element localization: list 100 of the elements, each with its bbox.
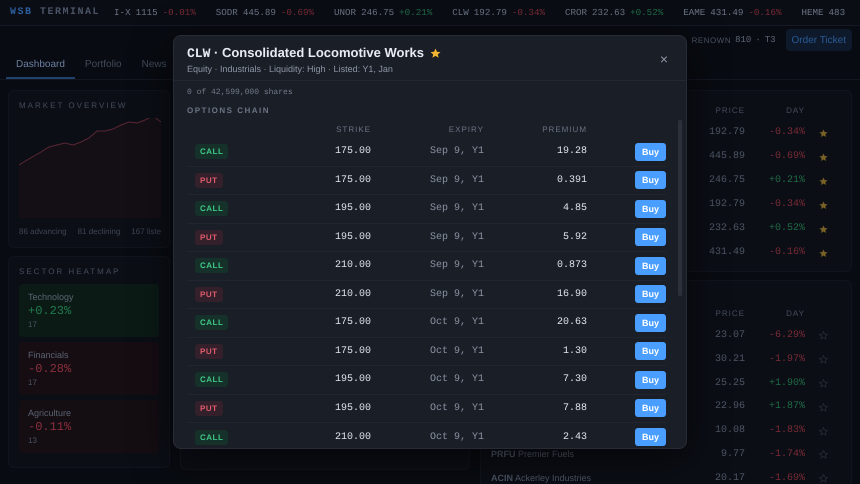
ticker-price: 232.63 xyxy=(592,7,626,18)
star-icon[interactable] xyxy=(818,450,828,460)
ticker-symbol: UNOR xyxy=(334,7,356,18)
strike-cell-text: 195.00 xyxy=(334,374,371,386)
market-stat: 81 declining xyxy=(78,227,120,236)
change-cell-text: +1.87% xyxy=(768,400,805,414)
buy-button[interactable]: Buy xyxy=(635,200,666,218)
nav-tab[interactable]: News xyxy=(132,52,177,79)
buy-button[interactable]: Buy xyxy=(635,314,666,332)
panel-title: MARKET OVERVIEW xyxy=(19,101,128,110)
nav-tab[interactable]: Portfolio xyxy=(74,52,132,79)
change-cell-text: -1.83% xyxy=(768,424,805,438)
buy-button[interactable]: Buy xyxy=(635,399,666,418)
buy-button[interactable]: Buy xyxy=(635,428,666,446)
premium-cell-text: 1.30 xyxy=(562,346,587,357)
put-badge: PUT xyxy=(195,286,222,302)
sector-change: -0.11% xyxy=(28,420,72,434)
premium-cell-text: 5.92 xyxy=(562,232,587,243)
separator-dot: · xyxy=(755,35,761,45)
change-cell-text: -1.97% xyxy=(768,352,805,367)
expiry-cell-text: Oct 9, Y1 xyxy=(428,402,484,414)
star-icon[interactable] xyxy=(818,355,828,364)
expiry-cell-text: Oct 9, Y1 xyxy=(428,374,484,386)
ticker-change: -0.69% xyxy=(280,7,314,18)
strike-cell-text: 195.00 xyxy=(334,203,371,214)
strike-cell-text: 175.00 xyxy=(334,317,371,328)
put-badge: PUT xyxy=(195,344,222,359)
close-button[interactable]: × xyxy=(656,51,672,67)
price-cell-text: 30.21 xyxy=(714,352,745,367)
buy-button[interactable]: Buy xyxy=(635,171,666,190)
change-cell-text: +0.52% xyxy=(768,222,805,236)
nav-tab[interactable]: Dashboard xyxy=(6,52,75,79)
sector-card[interactable]: Financials -0.28% 17 xyxy=(19,342,159,395)
column-header: PRICE xyxy=(714,308,745,320)
change-cell-text: -6.29% xyxy=(768,329,805,343)
star-icon[interactable] xyxy=(818,474,828,484)
buy-button[interactable]: Buy xyxy=(635,370,666,389)
star-icon[interactable] xyxy=(818,248,828,258)
strike-cell-text: 175.00 xyxy=(334,346,371,357)
dialog-subtitle: Equity · Industrials · Liquidity: High · Listed: Y1, Jan xyxy=(187,64,394,74)
star-icon[interactable] xyxy=(818,378,828,388)
strike-cell-text: 210.00 xyxy=(334,288,371,300)
buy-button[interactable]: Buy xyxy=(635,342,666,360)
change-cell-text: -0.69% xyxy=(768,150,805,164)
change-cell-text: -1.69% xyxy=(768,472,805,484)
star-icon[interactable] xyxy=(818,152,828,162)
expiry-cell-text: Sep 9, Y1 xyxy=(428,260,484,272)
star-icon[interactable] xyxy=(818,426,828,436)
buy-button[interactable]: Buy xyxy=(635,285,666,304)
price-cell-text: 192.79 xyxy=(708,126,745,140)
expiry-cell-text: Oct 9, Y1 xyxy=(428,346,484,357)
star-icon[interactable] xyxy=(818,331,828,340)
ticker-price: 192.79 xyxy=(474,7,507,18)
buy-button[interactable]: Buy xyxy=(635,228,666,246)
buy-button[interactable]: Buy xyxy=(635,256,666,275)
call-badge: CALL xyxy=(195,315,228,330)
column-header: DAY xyxy=(785,308,805,320)
sector-change: +0.23% xyxy=(28,304,72,318)
column-header: DAY xyxy=(785,105,805,117)
tier-label: T3 xyxy=(764,35,776,45)
premium-cell-text: 0.391 xyxy=(556,174,587,186)
ticker-symbol: SODR xyxy=(216,7,238,18)
ticker-change: +0.52% xyxy=(630,7,664,18)
sector-card[interactable]: Technology +0.23% 17 xyxy=(19,284,159,337)
put-badge: PUT xyxy=(195,400,222,416)
premium-cell-text: 7.30 xyxy=(562,374,587,386)
change-cell-text: -0.34% xyxy=(768,198,805,212)
call-badge: CALL xyxy=(195,430,228,445)
premium-cell-text: 16.90 xyxy=(556,288,587,300)
premium-cell-text: 7.88 xyxy=(562,402,587,414)
price-cell-text: 10.08 xyxy=(714,424,745,438)
premium-cell-text: 2.43 xyxy=(562,432,587,443)
ticker-symbol: CLW xyxy=(452,7,469,18)
star-icon[interactable] xyxy=(818,128,828,138)
expiry-cell-text: Sep 9, Y1 xyxy=(428,203,484,214)
column-header: PREMIUM xyxy=(541,124,587,134)
call-badge: CALL xyxy=(195,144,228,160)
star-icon[interactable] xyxy=(430,48,441,58)
put-badge: PUT xyxy=(195,172,222,188)
sector-card[interactable]: Agriculture -0.11% 13 xyxy=(19,400,159,453)
call-badge: CALL xyxy=(195,372,228,388)
strike-cell-text: 175.00 xyxy=(334,174,371,186)
ticker-symbol: HEME xyxy=(801,7,824,18)
strike-cell-text: 210.00 xyxy=(334,260,371,272)
price-cell-text: 9.77 xyxy=(720,448,745,462)
put-badge: PUT xyxy=(195,230,222,245)
ticker-price: 431.49 xyxy=(710,7,744,18)
buy-button[interactable]: Buy xyxy=(635,142,666,161)
sector-name: Financials xyxy=(28,350,70,360)
star-icon[interactable] xyxy=(818,200,828,210)
sector-change: -0.28% xyxy=(28,362,72,376)
sector-name: Agriculture xyxy=(28,408,72,418)
order-ticket-button[interactable]: Order Ticket xyxy=(786,29,852,51)
change-cell-text: +1.90% xyxy=(768,376,805,391)
star-icon[interactable] xyxy=(818,176,828,186)
sector-name: Technology xyxy=(28,292,75,302)
star-icon[interactable] xyxy=(818,224,828,234)
star-icon[interactable] xyxy=(818,402,828,412)
ticker-price: 246.75 xyxy=(361,7,394,18)
market-stat: 86 advancing xyxy=(19,227,67,236)
